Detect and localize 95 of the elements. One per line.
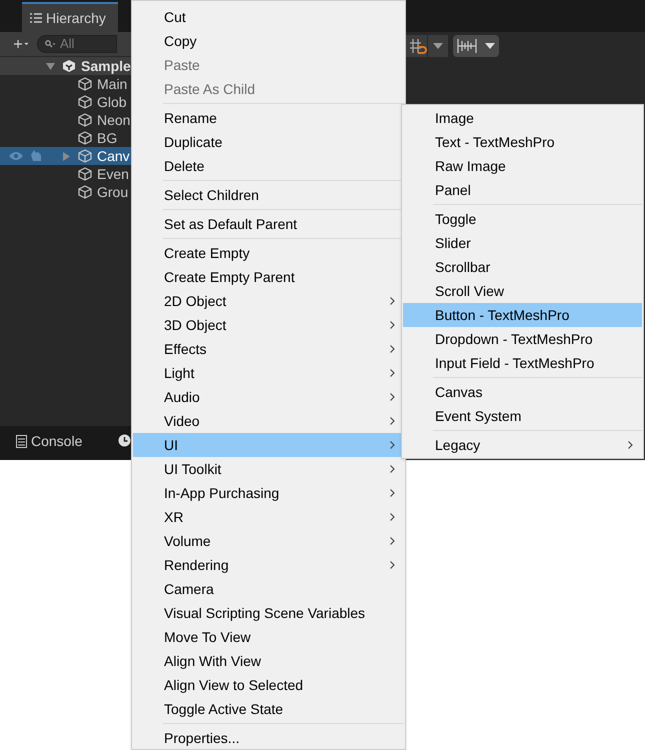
menu-item[interactable]: Effects [133,337,404,361]
row-label: Main [97,74,128,94]
cube-icon [78,167,92,181]
expanded-arrow-icon[interactable] [46,62,55,71]
menu-item[interactable]: Scrollbar [403,255,642,279]
dropdown-button[interactable] [428,35,448,57]
menu-item[interactable]: Rendering [133,553,404,577]
menu-item[interactable]: Canvas [403,380,642,404]
menu-item[interactable]: Scroll View [403,279,642,303]
menu-item[interactable]: Button - TextMeshPro [403,303,642,327]
menu-item[interactable]: Toggle [403,207,642,231]
menu-item[interactable]: Create Empty [133,241,404,265]
menu-item[interactable]: Camera [133,577,404,601]
hierarchy-row[interactable]: Neon [0,111,131,129]
row-label: BG [97,128,118,148]
hierarchy-row[interactable]: Glob [0,93,131,111]
menu-item[interactable]: Toggle Active State [133,697,404,721]
menu-item[interactable]: Image [403,106,642,130]
menu-item[interactable]: Set as Default Parent [133,212,404,236]
menu-item[interactable]: Move To View [133,625,404,649]
menu-item[interactable]: 2D Object [133,289,404,313]
chevron-right-icon [390,465,395,473]
menu-item[interactable]: Rename [133,106,404,130]
hierarchy-row[interactable]: Main [0,75,131,93]
row-label: Glob [97,92,127,112]
hierarchy-row[interactable]: Even [0,165,131,183]
caret-icon [485,43,495,49]
menu-item[interactable]: Create Empty Parent [133,265,404,289]
collapsed-arrow-icon[interactable] [62,152,71,161]
row-label: Sample [81,56,131,76]
menu-item[interactable]: Audio [133,385,404,409]
menu-item[interactable]: Raw Image [403,154,642,178]
menu-item[interactable]: Delete [133,154,404,178]
search-field[interactable]: All [37,35,117,53]
chevron-right-icon [390,417,395,425]
menu-item[interactable]: Input Field - TextMeshPro [403,351,642,375]
clock-icon[interactable] [118,434,131,447]
menu-item[interactable]: In-App Purchasing [133,481,404,505]
cube-icon [78,95,92,109]
cube-icon [78,77,92,91]
cube-icon [78,185,92,199]
menu-item[interactable]: Properties... [133,726,404,750]
menu-item[interactable]: Light [133,361,404,385]
chevron-right-icon [390,441,395,449]
hierarchy-row[interactable]: BG [0,129,131,147]
menu-item[interactable]: Slider [403,231,642,255]
search-icon [45,40,55,48]
menu-item[interactable]: UI Toolkit [133,457,404,481]
menu-item[interactable]: Volume [133,529,404,553]
chevron-right-icon [390,321,395,329]
hierarchy-row[interactable]: Sample [0,57,131,75]
menu-item[interactable]: Align View to Selected [133,673,404,697]
chevron-right-icon [628,441,633,449]
menu-item[interactable]: Text - TextMeshPro [403,130,642,154]
row-label: Neon [97,110,130,130]
chevron-right-icon [390,561,395,569]
chevron-right-icon [390,345,395,353]
chevron-right-icon [390,369,395,377]
row-label: Even [97,164,129,184]
menu-item[interactable]: Dropdown - TextMeshPro [403,327,642,351]
plus-icon[interactable] [14,37,29,51]
chevron-right-icon [390,537,395,545]
chevron-right-icon [390,489,395,497]
list-icon [30,13,42,23]
caret-icon [433,43,443,49]
menu-item[interactable]: Select Children [133,183,404,207]
grid-magnet-icon [409,38,427,54]
row-label: Canv [97,146,130,166]
menu-item[interactable]: Align With View [133,649,404,673]
scene-icon [62,59,76,73]
ruler-icon [457,39,477,53]
cube-icon [78,113,92,127]
menu-item[interactable]: Copy [133,29,404,53]
menu-item[interactable]: Duplicate [133,130,404,154]
menu-item[interactable]: Visual Scripting Scene Variables [133,601,404,625]
chevron-right-icon [390,297,395,305]
cube-icon [78,149,92,163]
menu-item[interactable]: Legacy [403,433,642,457]
menu-item[interactable]: Cut [133,5,404,29]
menu-item[interactable]: Panel [403,178,642,202]
snap-button[interactable] [405,35,427,57]
menu-item[interactable]: Event System [403,404,642,428]
chevron-right-icon [390,513,395,521]
increment-snap-button[interactable] [453,35,499,57]
menu-item[interactable]: XR [133,505,404,529]
console-icon [16,434,27,448]
menu-item[interactable]: Video [133,409,404,433]
hierarchy-row[interactable]: Grou [0,183,131,201]
hierarchy-row[interactable]: Canv [0,147,131,165]
chevron-right-icon [390,393,395,401]
menu-item[interactable]: 3D Object [133,313,404,337]
hierarchy-tab[interactable]: Hierarchy [22,2,118,32]
cube-icon [78,131,92,145]
row-label: Grou [97,182,128,201]
menu-item[interactable]: UI [133,433,404,457]
